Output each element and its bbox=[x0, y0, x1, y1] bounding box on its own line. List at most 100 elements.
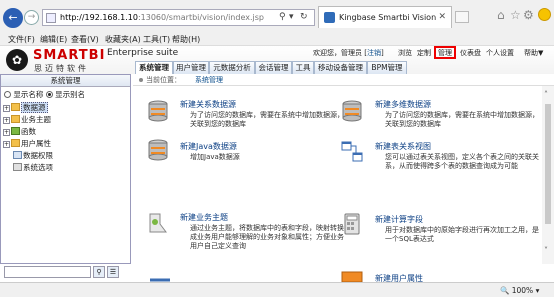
smartbi-logo-icon: ✿ bbox=[6, 49, 28, 71]
scroll-down-icon[interactable]: ˅ bbox=[544, 246, 548, 255]
folder-icon bbox=[11, 103, 20, 111]
welcome-bracket: ] bbox=[380, 49, 384, 57]
multidimensional-database-icon bbox=[342, 100, 362, 122]
user-attribute-icon bbox=[341, 271, 363, 282]
menu-file[interactable]: 文件(F) bbox=[8, 34, 35, 45]
left-panel: 系统管理 显示名称 显示别名 + 数据源 + 业务主题 + 函数 + 用户属性 数据权限… bbox=[0, 74, 131, 278]
permission-icon bbox=[13, 151, 22, 159]
brand-name: SMARTBI bbox=[33, 48, 106, 63]
dashboard-link[interactable]: 仪表盘 bbox=[460, 48, 481, 58]
search-icon[interactable]: ⚲ bbox=[93, 266, 105, 278]
tree-item-label: 系统选项 bbox=[23, 163, 53, 172]
url-host: http://192.168.1.10 bbox=[60, 13, 138, 22]
tab-user-management[interactable]: 用户管理 bbox=[173, 61, 209, 74]
tree-item-label: 业务主题 bbox=[21, 115, 51, 124]
business-theme-icon bbox=[149, 213, 167, 233]
options-icon bbox=[13, 163, 22, 171]
new-multidimensional-datasource-link[interactable]: 新建多维数据源 bbox=[375, 99, 431, 110]
function-icon bbox=[11, 127, 20, 135]
browse-link[interactable]: 浏览 bbox=[398, 48, 412, 58]
tree-item-system-options[interactable]: 系统选项 bbox=[12, 162, 53, 173]
menu-view[interactable]: 查看(V) bbox=[71, 34, 99, 45]
forward-arrow-icon[interactable]: → bbox=[24, 10, 39, 25]
tree-search-input[interactable] bbox=[4, 266, 91, 278]
tab-mobile-device-management[interactable]: 移动设备管理 bbox=[314, 61, 367, 74]
zoom-level: 100% bbox=[511, 286, 534, 295]
expand-icon[interactable]: + bbox=[3, 141, 10, 148]
scroll-up-icon[interactable]: ˄ bbox=[544, 90, 548, 99]
tab-title: Kingbase Smartbi Vision bbox=[339, 13, 437, 22]
partial-card-icon bbox=[150, 278, 170, 282]
tab-bpm-management[interactable]: BPM管理 bbox=[367, 61, 407, 74]
new-relational-datasource-link[interactable]: 新建关系数据源 bbox=[180, 99, 236, 110]
personal-settings-link[interactable]: 个人设置 bbox=[486, 48, 514, 58]
scroll-thumb[interactable] bbox=[545, 104, 551, 224]
tree-item-business-theme[interactable]: + 业务主题 bbox=[3, 114, 51, 125]
expand-icon[interactable]: + bbox=[3, 129, 10, 136]
radio-show-alias[interactable] bbox=[45, 91, 53, 98]
search-icon[interactable]: ⚲ bbox=[279, 12, 286, 22]
table-relation-view-icon bbox=[341, 141, 363, 162]
logout-link[interactable]: 注销 bbox=[367, 49, 381, 57]
customize-link[interactable]: 定制 bbox=[417, 48, 431, 58]
card-description: 增加Java数据源 bbox=[190, 153, 240, 161]
new-java-datasource-link[interactable]: 新建Java数据源 bbox=[180, 141, 237, 152]
tree-options-icon[interactable]: ☰ bbox=[107, 266, 119, 278]
tree-item-label: 数据权限 bbox=[23, 151, 53, 160]
manage-highlight-box bbox=[434, 46, 456, 59]
breadcrumb-current[interactable]: 系统管理 bbox=[195, 75, 223, 85]
menu-favorites[interactable]: 收藏夹(A) bbox=[105, 34, 141, 45]
main-scrollbar[interactable]: ˄ ˅ bbox=[542, 86, 554, 264]
tree-item-data-permissions[interactable]: 数据权限 bbox=[12, 150, 53, 161]
user-bar: 欢迎您，管理员 [注销] bbox=[313, 48, 384, 58]
tab-metadata-analysis[interactable]: 元数据分析 bbox=[209, 61, 255, 74]
settings-gear-icon[interactable]: ⚙ bbox=[523, 8, 534, 22]
smiley-feedback-icon[interactable] bbox=[538, 8, 551, 21]
calculator-icon bbox=[344, 213, 360, 235]
browser-menubar: 文件(F) 编辑(E) 查看(V) 收藏夹(A) 工具(T) 帮助(H) bbox=[0, 32, 554, 46]
address-bar[interactable]: http://192.168.1.10:13060/smartbi/vision… bbox=[42, 9, 315, 26]
home-icon[interactable]: ⌂ bbox=[497, 8, 505, 22]
folder-icon bbox=[11, 139, 20, 147]
radio-show-name[interactable] bbox=[4, 91, 11, 98]
menu-tools[interactable]: 工具(T) bbox=[143, 34, 170, 45]
expand-icon[interactable]: + bbox=[3, 105, 10, 112]
new-tab-button[interactable] bbox=[455, 11, 469, 23]
card-description: 为了访问您的数据库，需要在系统中增加数据源，关联到您的数据库 bbox=[190, 111, 344, 128]
new-table-relation-view-link[interactable]: 新建表关系视图 bbox=[375, 141, 431, 152]
help-link[interactable]: 帮助▼ bbox=[524, 48, 543, 58]
back-arrow-icon[interactable]: ← bbox=[3, 8, 23, 28]
tree-item-user-attributes[interactable]: + 用户属性 bbox=[3, 138, 51, 149]
bullet-icon bbox=[139, 78, 143, 82]
zoom-control[interactable]: 🔍 100% ▾ bbox=[500, 286, 539, 295]
new-business-theme-link[interactable]: 新建业务主题 bbox=[180, 212, 228, 223]
refresh-icon[interactable]: ↻ bbox=[300, 12, 308, 22]
display-mode-radios: 显示名称 显示别名 bbox=[4, 89, 85, 100]
favorites-star-icon[interactable]: ☆ bbox=[510, 8, 521, 22]
page-icon bbox=[46, 13, 56, 23]
folder-icon bbox=[11, 115, 20, 123]
menu-help[interactable]: 帮助(H) bbox=[172, 34, 200, 45]
welcome-text: 欢迎您，管理员 [ bbox=[313, 49, 367, 57]
tab-session-management[interactable]: 会话管理 bbox=[255, 61, 292, 74]
menu-edit[interactable]: 编辑(E) bbox=[40, 34, 67, 45]
tree-item-label: 数据源 bbox=[21, 102, 48, 113]
tree-item-label: 函数 bbox=[21, 127, 36, 136]
radio-show-name-label: 显示名称 bbox=[13, 90, 44, 99]
url-text: http://192.168.1.10:13060/smartbi/vision… bbox=[60, 13, 264, 22]
tab-favicon-icon bbox=[324, 12, 335, 23]
tree-item-functions[interactable]: + 函数 bbox=[3, 126, 36, 137]
dropdown-icon[interactable]: ▾ bbox=[289, 12, 294, 22]
tab-system-management[interactable]: 系统管理 bbox=[135, 61, 173, 74]
expand-icon[interactable]: + bbox=[3, 117, 10, 124]
suite-label: Enterprise suite bbox=[107, 48, 179, 58]
tab-tools[interactable]: 工具 bbox=[292, 61, 314, 74]
browser-tab[interactable]: Kingbase Smartbi Vision ✕ bbox=[318, 6, 452, 28]
new-calculated-field-link[interactable]: 新建计算字段 bbox=[375, 214, 423, 225]
close-tab-icon[interactable]: ✕ bbox=[438, 12, 446, 22]
app-header: ✿ SMARTBI 思迈特软件 Enterprise suite 欢迎您，管理员… bbox=[0, 46, 554, 74]
tree-item-label: 用户属性 bbox=[21, 139, 51, 148]
tree-item-datasource[interactable]: + 数据源 bbox=[3, 102, 48, 113]
breadcrumb: 当前位置： 系统管理 bbox=[133, 74, 554, 86]
radio-show-alias-label: 显示别名 bbox=[55, 90, 86, 99]
